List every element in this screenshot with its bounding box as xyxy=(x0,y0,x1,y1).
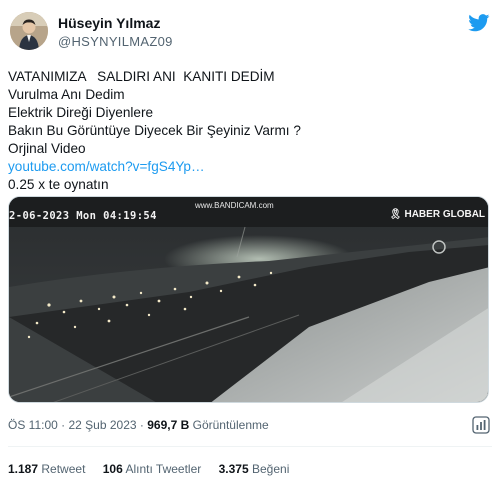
retweet-count: 1.187 xyxy=(8,462,39,476)
like-count: 3.375 xyxy=(218,462,249,476)
author-handle[interactable]: @HSYNYILMAZ09 xyxy=(58,34,173,49)
tweet-media-image[interactable]: 2-06-2023 Mon 04:19:54 www.BANDICAM.com … xyxy=(8,196,489,403)
bandicam-watermark: www.BANDICAM.com xyxy=(195,201,274,210)
like-stat[interactable]: 3.375 Beğeni xyxy=(219,462,290,476)
like-label: Beğeni xyxy=(252,462,290,476)
tweet-text: VATANIMIZA SALDIRI ANI KANITI DEDİM Vuru… xyxy=(8,68,478,194)
meta-separator: · xyxy=(139,418,144,432)
avatar[interactable] xyxy=(10,12,48,50)
quote-label: Alıntı Tweetler xyxy=(125,462,202,476)
tweet-text-line: VATANIMIZA SALDIRI ANI KANITI DEDİM xyxy=(8,69,275,84)
tweet-time[interactable]: ÖS 11:00 xyxy=(8,418,58,432)
video-timestamp: 2-06-2023 Mon 04:19:54 xyxy=(9,210,157,222)
retweet-stat[interactable]: 1.187 Retweet xyxy=(8,462,89,476)
channel-logo: 🎗 HABER GLOBAL xyxy=(389,209,485,220)
analytics-icon[interactable] xyxy=(472,416,490,434)
view-label: Görüntülenme xyxy=(192,418,269,432)
tweet-text-line: Bakın Bu Görüntüye Diyecek Bir Şeyiniz V… xyxy=(8,123,301,138)
divider xyxy=(8,446,492,447)
quote-count: 106 xyxy=(102,462,123,476)
youtube-link[interactable]: youtube.com/watch?v=fgS4Yp… xyxy=(8,158,478,176)
tweet-card: Hüseyin Yılmaz @HSYNYILMAZ09 VATANIMIZA … xyxy=(0,0,500,486)
author-name[interactable]: Hüseyin Yılmaz xyxy=(58,15,160,31)
channel-name: HABER GLOBAL xyxy=(404,209,486,220)
twitter-logo-icon xyxy=(468,14,490,32)
tweet-text-line: Orjinal Video xyxy=(8,141,86,156)
tweet-text-line: 0.25 x te oynatın xyxy=(8,177,109,192)
meta-separator: · xyxy=(61,418,66,432)
tweet-meta: ÖS 11:00 · 22 Şub 2023 · 969,7 B Görüntü… xyxy=(8,418,269,432)
tweet-text-line: Vurulma Anı Dedim xyxy=(8,87,125,102)
quote-stat[interactable]: 106 Alıntı Tweetler xyxy=(103,462,205,476)
tweet-text-line: Elektrik Direği Diyenlere xyxy=(8,105,154,120)
black-ribbon-icon: 🎗 xyxy=(389,209,402,220)
retweet-label: Retweet xyxy=(41,462,86,476)
view-count: 969,7 B xyxy=(147,418,190,432)
tweet-date[interactable]: 22 Şub 2023 xyxy=(69,418,137,432)
tweet-stats: 1.187 Retweet 106 Alıntı Tweetler 3.375 … xyxy=(8,462,303,476)
